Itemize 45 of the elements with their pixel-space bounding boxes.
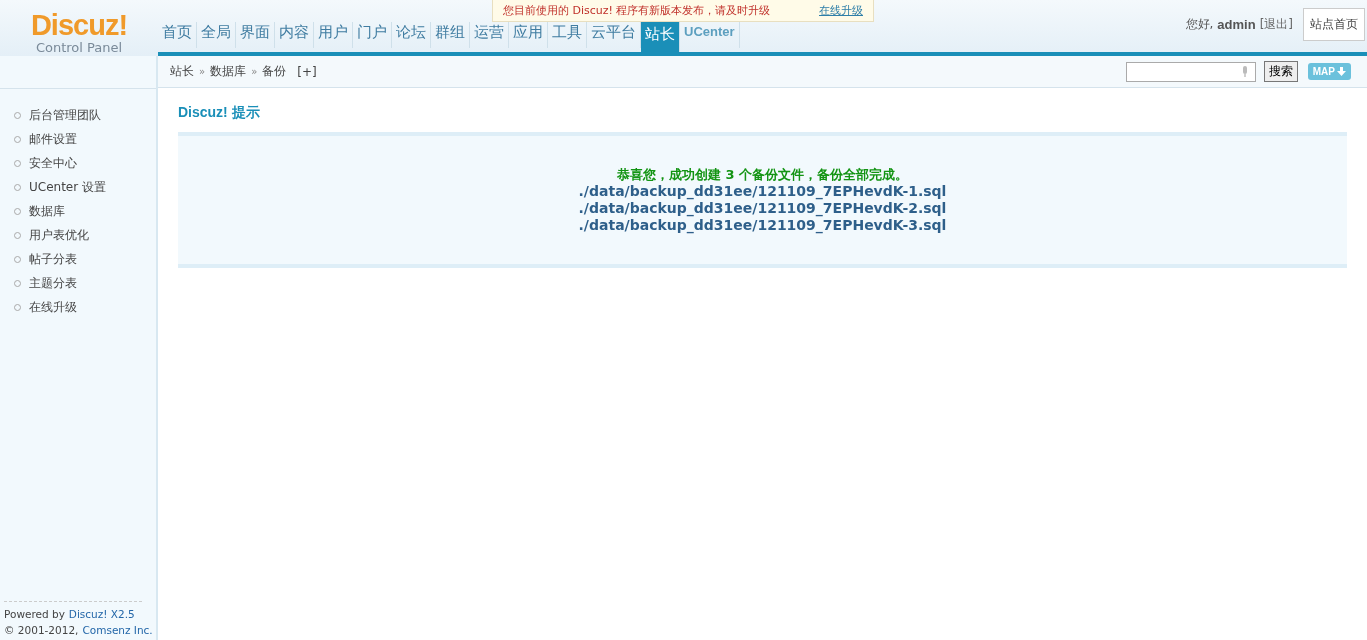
file-path: ./data/backup_dd31ee/121109_7EPHevdK-3.sql: [578, 217, 947, 234]
logo-subtitle: Control Panel: [35, 40, 123, 56]
site-home-button[interactable]: 站点首页: [1303, 8, 1365, 41]
logout-link[interactable]: [退出]: [1259, 16, 1293, 33]
breadcrumb-link[interactable]: 备份: [262, 63, 287, 80]
sidebar-item[interactable]: 数据库: [29, 202, 65, 220]
breadcrumb-link[interactable]: 站长: [170, 63, 194, 80]
sidebar-item[interactable]: 邮件设置: [29, 130, 77, 148]
breadcrumb-separator: »: [199, 66, 206, 77]
footer-link[interactable]: Comsenz Inc.: [82, 622, 153, 638]
nav-tab[interactable]: 首页: [158, 22, 197, 48]
file-path: ./data/backup_dd31ee/121109_7EPHevdK-1.sql: [578, 183, 947, 200]
sidebar-item[interactable]: 在线升级: [29, 298, 77, 316]
down-arrow-icon: [1337, 67, 1346, 76]
notice-title: Discuz! 提示: [178, 104, 261, 122]
nav-tab[interactable]: 站长: [641, 22, 680, 52]
sidebar-item[interactable]: 帖子分表: [29, 250, 77, 268]
nav-tab[interactable]: 门户: [353, 22, 392, 48]
sidebar-item[interactable]: 安全中心: [29, 154, 77, 172]
upgrade-link[interactable]: 在线升级: [819, 3, 863, 18]
logo-title: Discuz!: [30, 10, 128, 40]
sidebar-item[interactable]: UCenter 设置: [29, 178, 106, 196]
breadcrumb-separator: »: [251, 66, 258, 77]
microphone-icon: [1240, 65, 1249, 78]
footer-text: Powered by: [4, 607, 65, 622]
breadcrumb-link[interactable]: 数据库: [210, 63, 247, 80]
sidebar-item[interactable]: 主题分表: [29, 274, 77, 292]
search-button[interactable]: 搜索: [1263, 61, 1298, 82]
add-shortcut-link[interactable]: [+]: [297, 64, 317, 79]
nav-tab[interactable]: 论坛: [392, 22, 431, 48]
success-message: 恭喜您，成功创建 3 个备份文件，备份全部完成。: [616, 166, 909, 183]
nav-tab[interactable]: 界面: [236, 22, 275, 48]
nav-tab[interactable]: 全局: [197, 22, 236, 48]
nav-tab[interactable]: 群组: [431, 22, 470, 48]
notice-text: 您目前使用的 Discuz! 程序有新版本发布，请及时升级: [503, 3, 771, 18]
sidebar-item[interactable]: 用户表优化: [29, 226, 89, 244]
search-field[interactable]: [1125, 61, 1256, 82]
nav-tab[interactable]: 用户: [314, 22, 353, 48]
footer-link[interactable]: Discuz! X2.5: [68, 606, 135, 622]
footer-text: © 2001-2012,: [4, 623, 79, 638]
nav-tab[interactable]: 内容: [275, 22, 314, 48]
file-path: ./data/backup_dd31ee/121109_7EPHevdK-2.sql: [578, 200, 947, 217]
sidebar-item[interactable]: 后台管理团队: [29, 106, 101, 124]
user-name: admin: [1217, 17, 1256, 32]
greeting-text: 您好,: [1185, 16, 1214, 33]
